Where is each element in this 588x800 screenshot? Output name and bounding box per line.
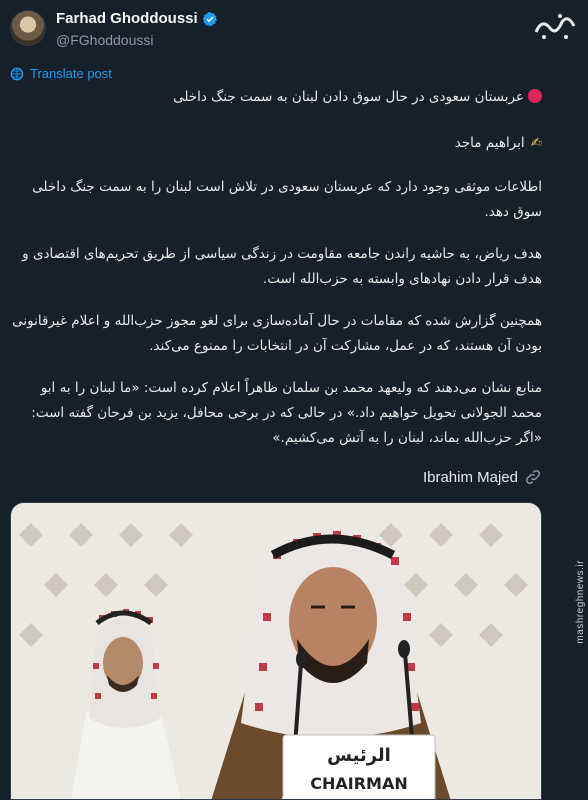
sign-english-text: CHAIRMAN xyxy=(310,774,407,793)
red-circle-icon xyxy=(528,89,542,103)
verified-badge-icon xyxy=(202,11,217,26)
author-name[interactable]: Farhad Ghoddoussi xyxy=(56,10,198,27)
author-name-row[interactable]: Farhad Ghoddoussi xyxy=(56,10,218,27)
avatar[interactable] xyxy=(10,10,46,46)
side-watermark: mashreghnews.ir xyxy=(575,560,586,644)
post-paragraph-2: هدف ریاض، به حاشیه راندن جامعه مقاومت در… xyxy=(22,246,542,287)
source-link[interactable]: Ibrahim Majed xyxy=(423,468,542,486)
globe-icon xyxy=(10,67,24,80)
source-link-text[interactable]: Ibrahim Majed xyxy=(423,469,518,486)
post-header: Farhad Ghoddoussi @FGhoddoussi xyxy=(0,0,588,62)
headline-text: عربستان سعودی در حال سوق دادن لبنان به س… xyxy=(173,89,524,105)
translate-post-link[interactable]: Translate post xyxy=(10,66,112,81)
post-author-line: ✍ ابراهیم ماجد xyxy=(10,131,542,156)
author-handle[interactable]: @FGhoddoussi xyxy=(56,32,153,48)
mashregh-logo xyxy=(534,14,576,39)
author-line-text: ابراهیم ماجد xyxy=(454,135,525,151)
post-paragraph-3: همچنین گزارش شده که مقامات در حال آماده‌… xyxy=(12,313,542,354)
translate-post-label[interactable]: Translate post xyxy=(30,66,112,81)
sign-arabic-text: الرئيس xyxy=(327,745,391,766)
post-headline: عربستان سعودی در حال سوق دادن لبنان به س… xyxy=(10,85,542,110)
post-media-image[interactable]: الرئيس CHAIRMAN xyxy=(10,502,542,800)
post-paragraph-4: منابع نشان می‌دهند که ولیعهد محمد بن سلم… xyxy=(31,380,542,446)
writing-hand-icon: ✍ xyxy=(530,135,542,151)
link-icon xyxy=(525,469,541,485)
conference-photo: الرئيس CHAIRMAN xyxy=(11,503,541,799)
post-paragraph-1: اطلاعات موثقی وجود دارد که عربستان سعودی… xyxy=(32,179,542,220)
